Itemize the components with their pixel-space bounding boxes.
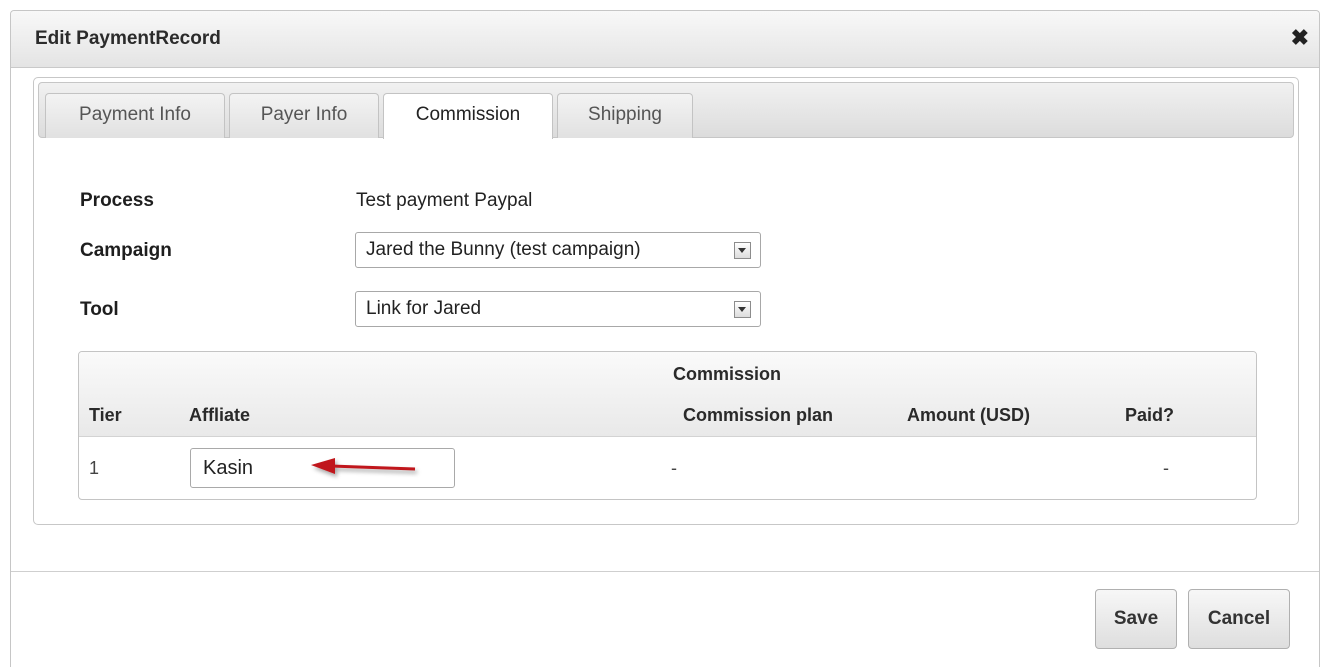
close-icon[interactable]: ✖ xyxy=(1291,25,1309,51)
paid-cell: - xyxy=(1163,458,1169,478)
tab-commission[interactable]: Commission xyxy=(383,93,553,139)
column-header-commission-plan: Commission plan xyxy=(683,405,834,425)
tab-panel: Payment Info Payer Info Commission Shipp… xyxy=(33,77,1299,525)
tool-select[interactable]: Link for Jared xyxy=(355,291,761,327)
process-label: Process xyxy=(80,190,154,211)
save-button[interactable]: Save xyxy=(1095,589,1177,649)
tab-strip: Payment Info Payer Info Commission Shipp… xyxy=(38,82,1294,139)
campaign-select-value: Jared the Bunny (test campaign) xyxy=(366,239,641,260)
column-header-tier: Tier xyxy=(89,405,122,425)
commission-table: Commission Tier Affliate Commission plan… xyxy=(78,351,1257,500)
dialog-titlebar: Edit PaymentRecord ✖ xyxy=(11,11,1319,68)
cancel-button[interactable]: Cancel xyxy=(1188,589,1290,649)
tier-cell: 1 xyxy=(89,458,100,478)
tool-select-value: Link for Jared xyxy=(366,298,482,319)
campaign-label: Campaign xyxy=(80,240,172,261)
commission-plan-cell: - xyxy=(671,458,677,478)
column-header-affiliate: Affliate xyxy=(189,405,251,425)
column-header-paid: Paid? xyxy=(1125,405,1175,425)
annotation-arrow xyxy=(311,458,416,474)
dialog-title: Edit PaymentRecord xyxy=(35,28,221,49)
tab-payer-info[interactable]: Payer Info xyxy=(229,93,379,138)
chevron-down-icon[interactable] xyxy=(734,301,751,318)
commission-table-header: Commission Tier Affliate Commission plan… xyxy=(79,352,1256,437)
chevron-down-icon[interactable] xyxy=(734,242,751,259)
edit-payment-record-dialog: Edit PaymentRecord ✖ Payment Info Payer … xyxy=(10,10,1320,667)
tool-label: Tool xyxy=(80,299,119,320)
tab-shipping[interactable]: Shipping xyxy=(557,93,693,138)
campaign-select[interactable]: Jared the Bunny (test campaign) xyxy=(355,232,761,268)
commission-group-header: Commission xyxy=(673,364,782,384)
tab-payment-info[interactable]: Payment Info xyxy=(45,93,225,138)
process-value: Test payment Paypal xyxy=(356,190,533,211)
affiliate-input-value: Kasin xyxy=(203,457,254,479)
footer-divider xyxy=(11,571,1319,572)
column-header-amount: Amount (USD) xyxy=(907,405,1030,425)
